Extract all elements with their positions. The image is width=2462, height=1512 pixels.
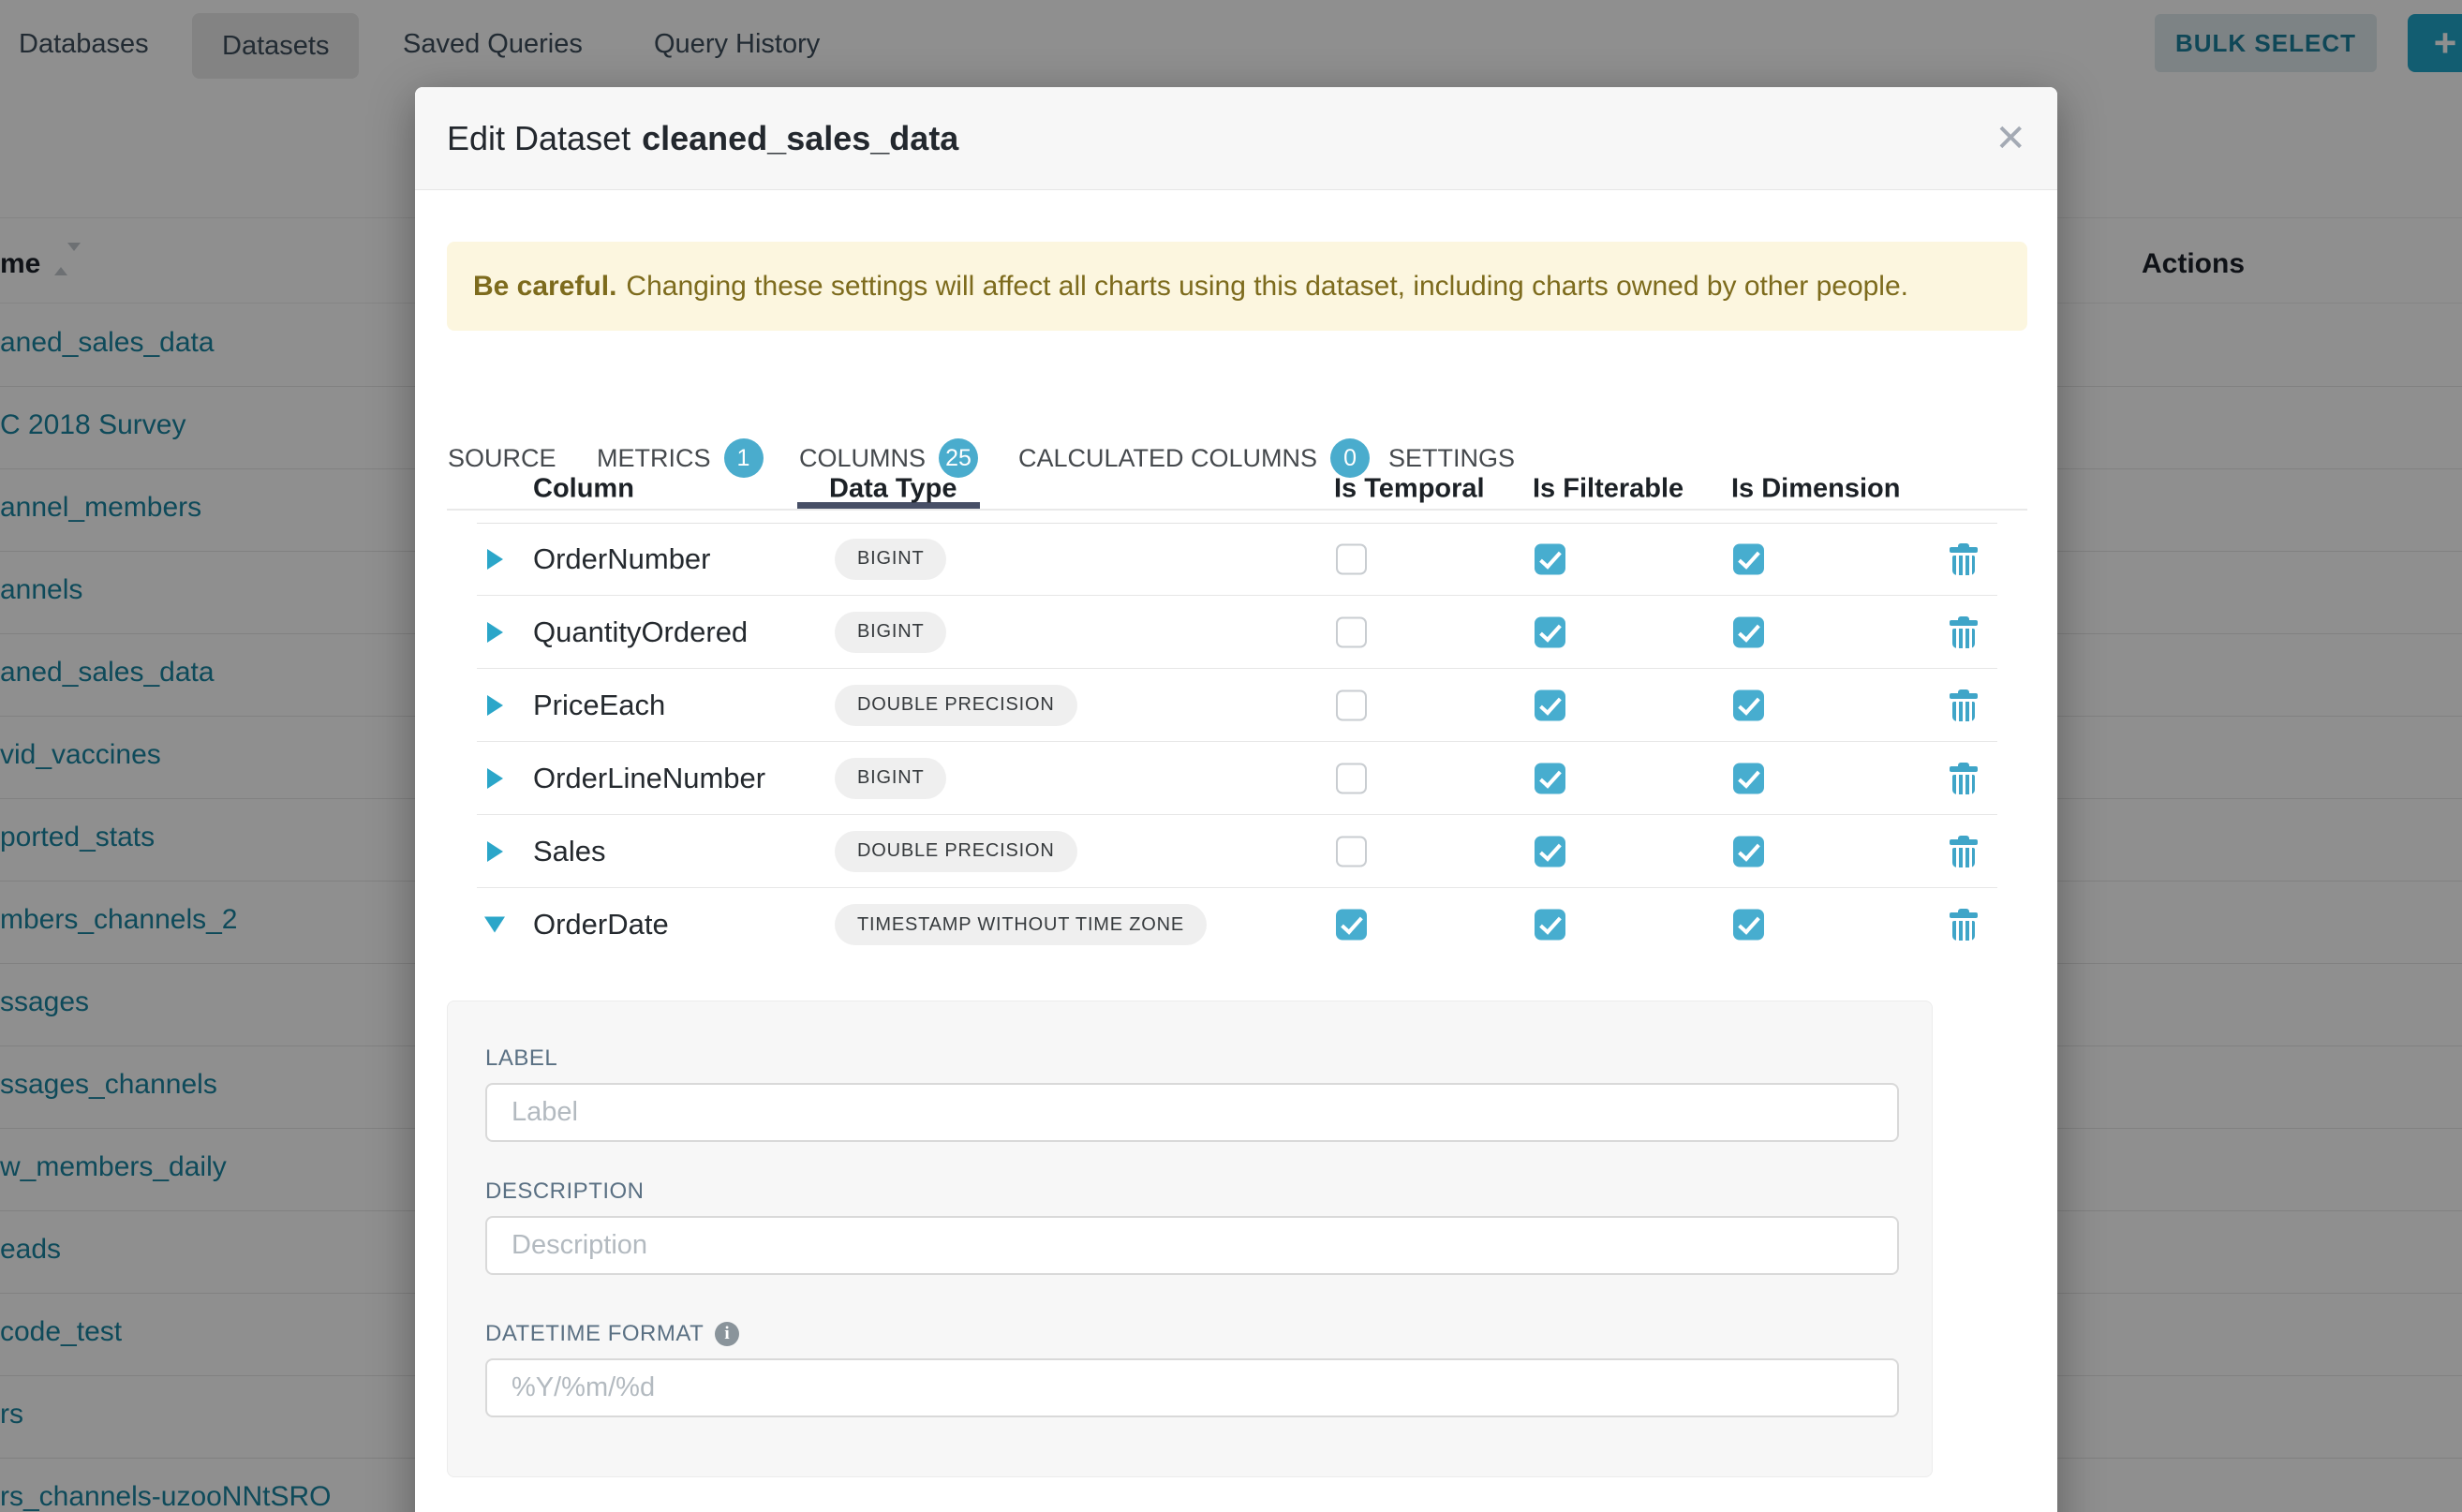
is-filterable-checkbox[interactable] [1535, 543, 1565, 574]
delete-column-icon[interactable] [1950, 763, 1978, 794]
datasets-page: Databases Datasets Saved Queries Query H… [0, 0, 2462, 1512]
is-temporal-checkbox[interactable] [1336, 543, 1367, 574]
collapse-row-icon[interactable] [484, 917, 505, 933]
column-name: OrderLineNumber [533, 762, 765, 795]
column-row: OrderNumber BIGINT [477, 523, 1997, 596]
is-filterable-checkbox[interactable] [1535, 689, 1565, 720]
is-dimension-checkbox[interactable] [1733, 836, 1764, 867]
label-field-label: LABEL [485, 1045, 557, 1072]
datetime-format-field-label: DATETIME FORMAT i [485, 1321, 739, 1347]
is-temporal-checkbox[interactable] [1336, 616, 1367, 647]
data-type-pill: TIMESTAMP WITHOUT TIME ZONE [835, 904, 1207, 945]
data-type-pill: DOUBLE PRECISION [835, 685, 1077, 726]
tab-count-badge: 0 [1330, 438, 1370, 478]
tab-count-badge: 1 [724, 438, 764, 478]
column-row: QuantityOrdered BIGINT [477, 596, 1997, 669]
is-dimension-checkbox[interactable] [1733, 543, 1764, 574]
data-type-pill: BIGINT [835, 758, 946, 799]
delete-column-icon[interactable] [1950, 543, 1978, 575]
description-field-label: DESCRIPTION [485, 1178, 645, 1205]
data-type-pill: BIGINT [835, 612, 946, 653]
column-name: Sales [533, 835, 606, 868]
is-filterable-checkbox[interactable] [1535, 910, 1565, 941]
label-input[interactable] [485, 1083, 1899, 1142]
is-temporal-checkbox[interactable] [1336, 910, 1367, 941]
delete-column-icon[interactable] [1950, 836, 1978, 867]
info-icon[interactable]: i [715, 1322, 739, 1346]
modal-header: Edit Dataset cleaned_sales_data ✕ [415, 87, 2057, 190]
is-dimension-header: Is Dimension [1731, 474, 1901, 505]
close-icon[interactable]: ✕ [1995, 87, 2026, 190]
column-row: Sales DOUBLE PRECISION [477, 815, 1997, 888]
column-name: PriceEach [533, 689, 665, 722]
tab-calculated-columns[interactable]: CALCULATED COLUMNS 0 [1018, 408, 1370, 509]
is-dimension-checkbox[interactable] [1733, 910, 1764, 941]
tab-count-badge: 25 [939, 438, 978, 478]
delete-column-icon[interactable] [1950, 689, 1978, 721]
is-temporal-header: Is Temporal [1334, 474, 1485, 505]
expand-row-icon[interactable] [487, 841, 503, 862]
is-dimension-checkbox[interactable] [1733, 616, 1764, 647]
is-filterable-checkbox[interactable] [1535, 836, 1565, 867]
column-row: OrderLineNumber BIGINT [477, 742, 1997, 815]
data-type-header: Data Type [829, 474, 957, 505]
modal-title: Edit Dataset cleaned_sales_data [447, 87, 958, 190]
expand-row-icon[interactable] [487, 695, 503, 716]
description-input[interactable] [485, 1216, 1899, 1275]
data-type-pill: DOUBLE PRECISION [835, 831, 1077, 872]
expand-row-icon[interactable] [487, 622, 503, 643]
is-dimension-checkbox[interactable] [1733, 689, 1764, 720]
datetime-format-input[interactable] [485, 1358, 1899, 1417]
expand-row-icon[interactable] [487, 549, 503, 570]
is-filterable-checkbox[interactable] [1535, 616, 1565, 647]
dataset-name: cleaned_sales_data [642, 119, 958, 158]
expand-row-icon[interactable] [487, 768, 503, 789]
delete-column-icon[interactable] [1950, 909, 1978, 941]
column-name: OrderNumber [533, 542, 711, 576]
column-row: OrderDate TIMESTAMP WITHOUT TIME ZONE [477, 888, 1997, 961]
divider [447, 509, 2027, 511]
is-temporal-checkbox[interactable] [1336, 689, 1367, 720]
warning-banner: Be careful. Changing these settings will… [447, 242, 2027, 331]
is-temporal-checkbox[interactable] [1336, 836, 1367, 867]
is-filterable-header: Is Filterable [1533, 474, 1683, 505]
is-temporal-checkbox[interactable] [1336, 763, 1367, 793]
column-header: Column [533, 474, 634, 505]
column-name: OrderDate [533, 908, 669, 941]
column-name: QuantityOrdered [533, 615, 748, 649]
delete-column-icon[interactable] [1950, 616, 1978, 648]
column-row: PriceEach DOUBLE PRECISION [477, 669, 1997, 742]
edit-dataset-modal: Edit Dataset cleaned_sales_data ✕ Be car… [415, 87, 2057, 1512]
is-filterable-checkbox[interactable] [1535, 763, 1565, 793]
column-detail-panel: LABEL DESCRIPTION DATETIME FORMAT i [447, 1001, 1933, 1477]
data-type-pill: BIGINT [835, 539, 946, 580]
is-dimension-checkbox[interactable] [1733, 763, 1764, 793]
